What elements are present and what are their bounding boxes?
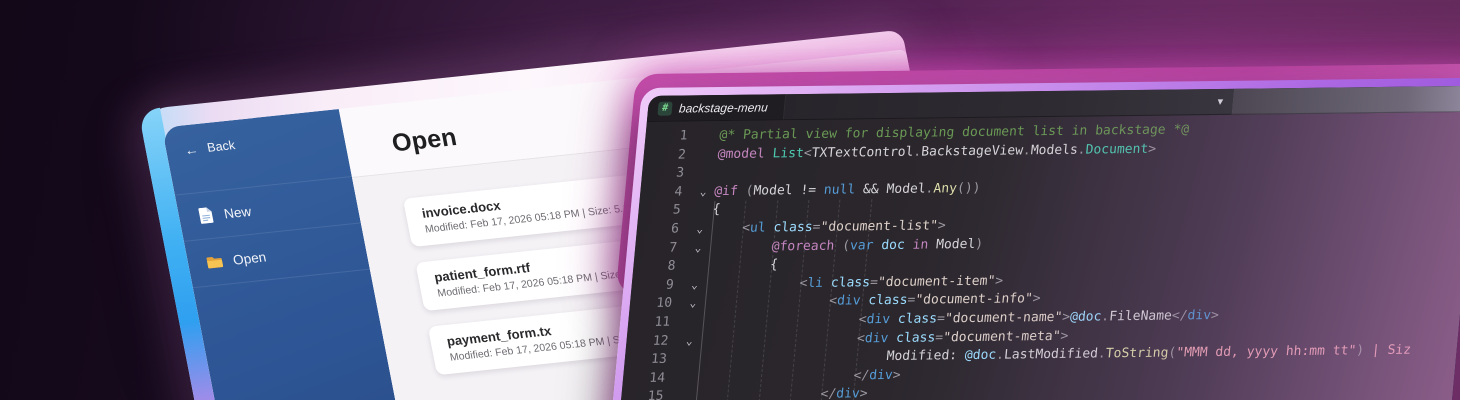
- tab-label: backstage-menu: [678, 99, 769, 116]
- fold-gutter: [690, 202, 714, 221]
- razor-file-icon: #: [657, 101, 673, 116]
- line-number: 4: [673, 184, 684, 200]
- code-editor-window: # backstage-menu ▾ 1 @* Partial view for …: [616, 85, 1460, 400]
- sidebar-item-label: New: [222, 203, 253, 221]
- back-button[interactable]: ← Back: [162, 109, 347, 169]
- back-label: Back: [205, 138, 237, 155]
- fold-chevron-icon[interactable]: ⌄: [688, 220, 712, 239]
- line-number: 5: [672, 202, 682, 219]
- folder-icon: [205, 255, 224, 270]
- sidebar-nav: New Open: [174, 176, 370, 289]
- fold-chevron-icon[interactable]: ⌄: [683, 276, 707, 295]
- code-window-frame: # backstage-menu ▾ 1 @* Partial view for …: [608, 77, 1460, 400]
- line-number: 11: [653, 314, 671, 330]
- fold-gutter: [676, 350, 700, 369]
- line-number: 1: [678, 128, 689, 144]
- code-text: </div>: [852, 367, 902, 384]
- tabbar-empty-area: [1231, 85, 1460, 115]
- arrow-left-icon: ←: [182, 141, 200, 159]
- fold-gutter: [693, 164, 717, 183]
- document-icon: [196, 207, 216, 225]
- fold-gutter: [684, 257, 708, 276]
- line-number: 8: [666, 258, 677, 274]
- line-number: 9: [665, 277, 675, 293]
- tab-backstage-menu[interactable]: # backstage-menu: [646, 94, 786, 121]
- chevron-down-icon[interactable]: ▾: [1217, 95, 1224, 108]
- fold-chevron-icon[interactable]: ⌄: [691, 183, 715, 202]
- code-text: {: [769, 257, 779, 273]
- fold-gutter: [697, 127, 721, 146]
- line-number: 12: [652, 333, 670, 349]
- fold-chevron-icon[interactable]: ⌄: [681, 295, 705, 314]
- line-number: 2: [677, 147, 687, 163]
- fold-gutter: [672, 388, 696, 400]
- fold-chevron-icon[interactable]: ⌄: [686, 239, 710, 258]
- line-number: 10: [655, 295, 673, 312]
- fold-gutter: [679, 313, 703, 332]
- code-editor-area[interactable]: 1 @* Partial view for displaying document…: [616, 111, 1460, 400]
- line-number: 15: [646, 389, 665, 400]
- line-number: 7: [668, 240, 678, 256]
- fold-gutter: [695, 146, 719, 165]
- fold-chevron-icon[interactable]: ⌄: [678, 332, 702, 351]
- code-text: </div>: [819, 386, 869, 400]
- fold-gutter: [674, 369, 698, 388]
- line-number: 14: [648, 370, 666, 386]
- hero-background: ← Back New Open Open invoice.docx Modifi…: [0, 0, 1460, 400]
- code-text: {: [711, 202, 722, 218]
- line-number: 6: [670, 221, 680, 237]
- sidebar-item-label: Open: [231, 249, 268, 268]
- line-number: 3: [675, 165, 685, 181]
- line-number: 13: [650, 351, 668, 368]
